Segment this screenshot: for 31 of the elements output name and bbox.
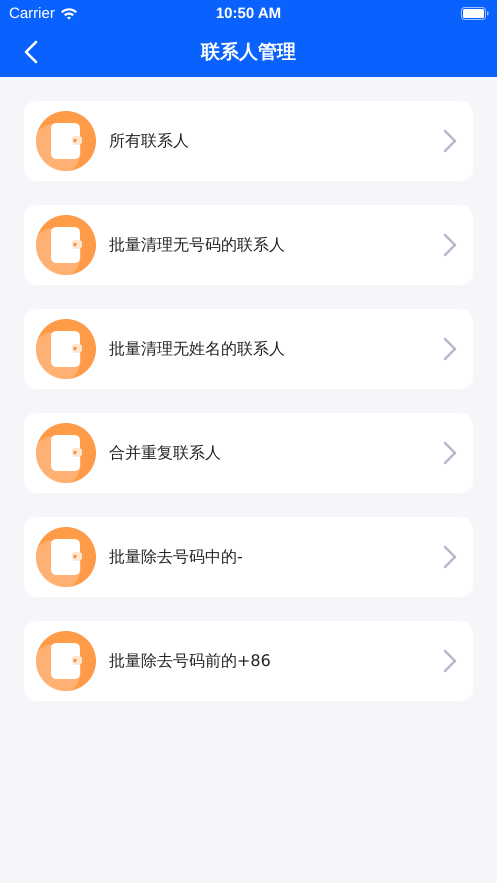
chevron-right-icon [443, 441, 457, 465]
menu-item-label: 所有联系人 [109, 130, 190, 152]
menu-item-label: 批量除去号码中的- [109, 546, 244, 568]
wifi-icon [60, 6, 78, 20]
wallet-icon [35, 630, 97, 692]
menu-item[interactable]: 合并重复联系人 [24, 413, 473, 493]
battery-icon [461, 6, 489, 20]
chevron-right-icon [443, 233, 457, 257]
chevron-right-icon [443, 649, 457, 673]
back-icon [24, 40, 38, 64]
menu-item[interactable]: 批量除去号码中的- [24, 517, 473, 597]
menu-item[interactable]: 批量清理无号码的联系人 [24, 205, 473, 285]
menu-item-label: 合并重复联系人 [109, 442, 222, 464]
wallet-icon [35, 214, 97, 276]
menu-item[interactable]: 批量清理无姓名的联系人 [24, 309, 473, 389]
page-title: 联系人管理 [201, 40, 296, 62]
menu-item[interactable]: 批量除去号码前的+86 [24, 621, 473, 701]
status-time: 10:50 AM [216, 4, 282, 22]
wallet-icon [35, 422, 97, 484]
wallet-icon [35, 318, 97, 380]
wallet-icon [35, 110, 97, 172]
chevron-right-icon [443, 337, 457, 361]
menu-item-label: 批量除去号码前的+86 [109, 650, 272, 672]
chevron-right-icon [443, 129, 457, 153]
menu-item[interactable]: 所有联系人 [24, 101, 473, 181]
menu-item-label: 批量清理无号码的联系人 [109, 234, 286, 256]
back-button[interactable] [24, 40, 38, 64]
menu-item-label: 批量清理无姓名的联系人 [109, 338, 286, 360]
wallet-icon [35, 526, 97, 588]
chevron-right-icon [443, 545, 457, 569]
carrier-label: Carrier [9, 4, 55, 22]
